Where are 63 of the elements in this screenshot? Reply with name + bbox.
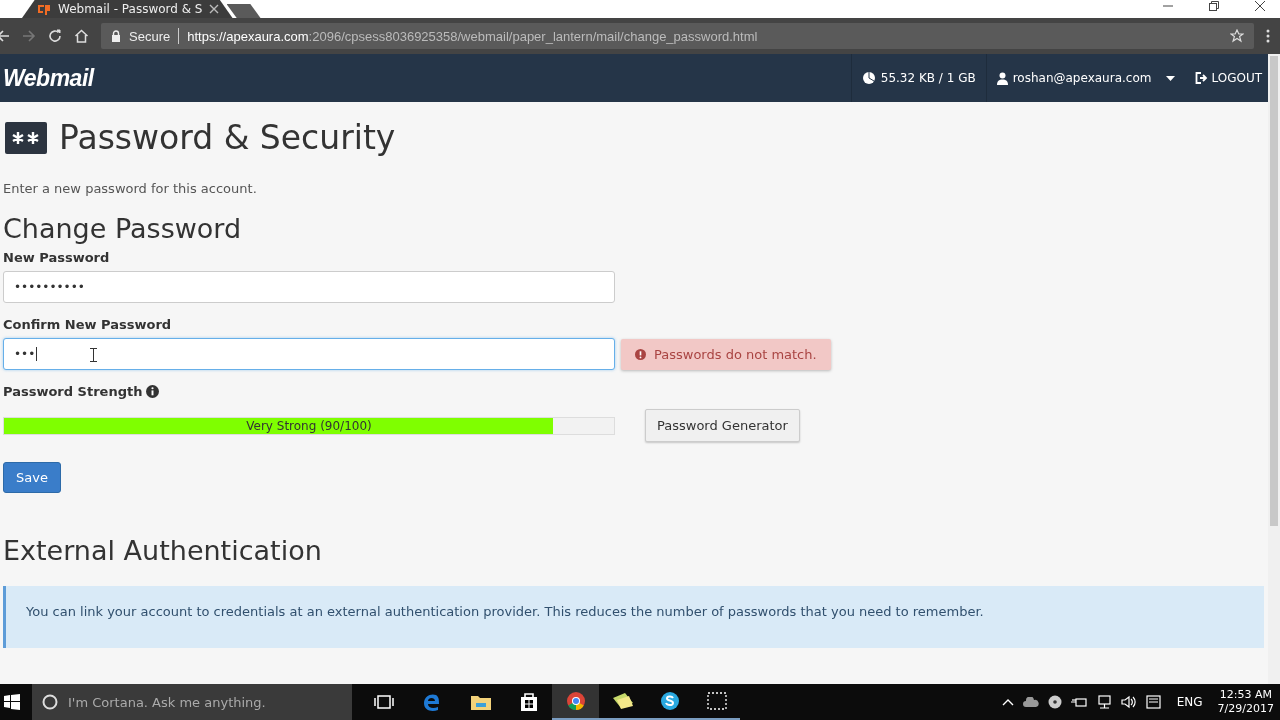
user-icon	[996, 71, 1008, 85]
sticky-notes-icon[interactable]	[611, 692, 634, 710]
skype-icon[interactable]	[659, 691, 680, 711]
clock-time[interactable]: 12:53 AM	[1219, 688, 1272, 702]
folder-icon[interactable]	[470, 693, 492, 711]
home-icon[interactable]	[74, 29, 89, 43]
intro-text: Enter a new password for this account.	[3, 181, 258, 196]
url-text: https://apexaura.com:2096/cpsess8036925358/webmail/paper_lantern/mail/change_password.html	[187, 28, 758, 44]
strength-reading: Very Strong (90/100)	[246, 418, 372, 433]
new-tab-button[interactable]	[226, 4, 261, 18]
quota-indicator: 55.32 KB / 1 GB	[850, 54, 986, 102]
logo-icon	[36, 3, 52, 15]
info-icon[interactable]	[146, 385, 160, 398]
section-title: Change Password	[3, 213, 243, 244]
error-message: Passwords do not match.	[621, 338, 831, 370]
disc-icon[interactable]	[1047, 695, 1062, 709]
cloud-icon[interactable]	[1022, 697, 1039, 707]
windows-start-icon[interactable]	[4, 694, 20, 710]
password-icon	[5, 121, 47, 154]
save-button[interactable]: Save	[3, 462, 61, 493]
chrome-icon[interactable]	[565, 691, 586, 711]
language-indicator[interactable]: ENG	[1176, 695, 1203, 709]
webmail-logo[interactable]: Webmail	[3, 64, 94, 92]
restore-icon[interactable]	[1208, 0, 1220, 12]
clock-date[interactable]: 7/29/2017	[1217, 702, 1274, 716]
field-label: Password Strength	[3, 384, 143, 399]
menu-icon[interactable]	[1266, 29, 1270, 43]
close-icon[interactable]	[1254, 0, 1266, 12]
reload-icon[interactable]	[48, 29, 62, 43]
chevron-up-icon[interactable]	[1001, 698, 1014, 706]
cortana-search-field[interactable]: I'm Cortana. Ask me anything.	[32, 684, 352, 720]
network-icon[interactable]	[1095, 695, 1112, 709]
cortana-icon	[42, 694, 58, 710]
password-generator-button[interactable]: Password Generator	[645, 409, 800, 442]
task-view-icon[interactable]	[374, 694, 394, 710]
logout-icon	[1195, 72, 1209, 84]
alert-icon	[635, 348, 646, 360]
user-menu[interactable]: roshan@apexaura.com	[985, 54, 1186, 102]
back-icon[interactable]	[0, 29, 10, 43]
volume-icon[interactable]	[1120, 695, 1137, 709]
text-cursor-icon	[90, 348, 97, 362]
browser-tab[interactable]: Webmail - Password & S	[22, 0, 233, 18]
lock-icon	[111, 30, 121, 42]
close-icon[interactable]	[208, 4, 219, 14]
star-icon[interactable]	[1230, 29, 1244, 43]
logout-link[interactable]: LOGOUT	[1185, 54, 1268, 102]
power-plug-icon[interactable]	[1070, 696, 1087, 708]
secure-label: Secure	[129, 28, 171, 44]
scrollbar[interactable]	[1268, 54, 1280, 684]
store-icon[interactable]	[520, 692, 538, 712]
browser-e-icon[interactable]	[422, 692, 442, 712]
address-bar[interactable]: Secure https://apexaura.com:2096/cpsess8036925358/webmail/paper_lantern/mail/change_password.html	[101, 23, 1254, 49]
pie-chart-icon	[861, 71, 876, 85]
field-label: Confirm New Password	[3, 317, 173, 332]
info-text: You can link your account to credentials at an external authentication provider. This reduces the number of passwords that you need to remember.	[26, 604, 984, 619]
caret-icon	[1166, 75, 1176, 81]
section-title: External Authentication	[3, 535, 323, 566]
page-title: Password & Security	[59, 118, 396, 157]
field-label: New Password	[3, 250, 111, 265]
snipping-icon[interactable]	[706, 692, 727, 710]
password-field[interactable]: ••••••••••	[3, 271, 615, 303]
password-field[interactable]: •••	[3, 338, 615, 370]
notification-icon[interactable]	[1145, 695, 1162, 709]
